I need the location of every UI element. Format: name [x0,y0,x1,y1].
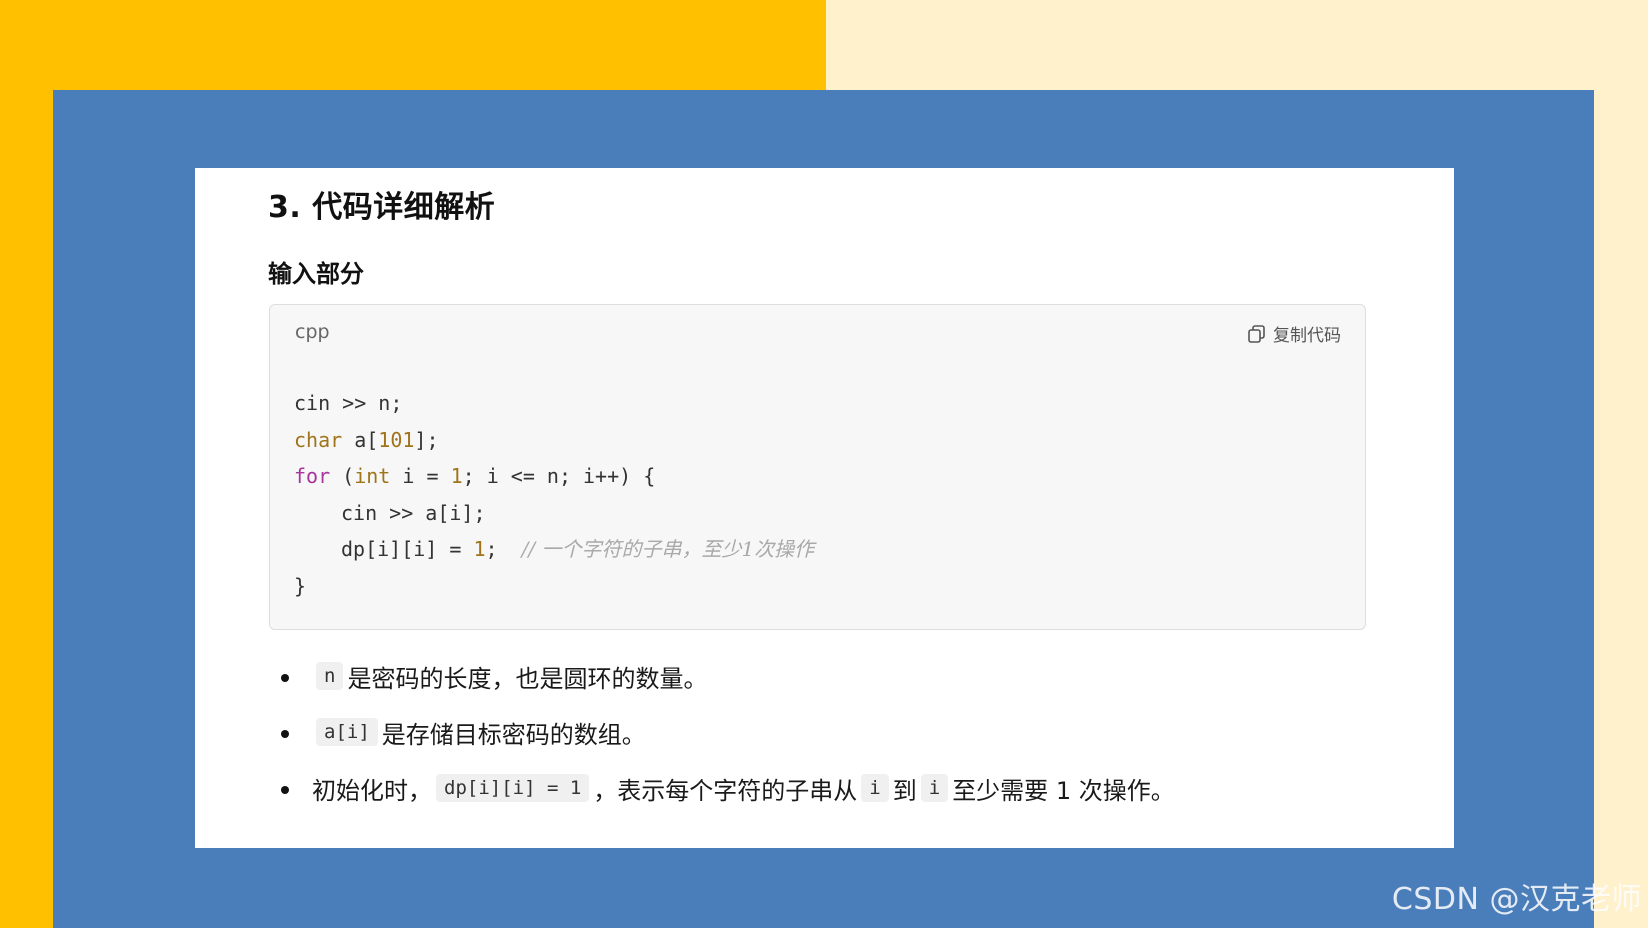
code-line-4: cin >> a[i]; [341,500,486,525]
copy-code-label: 复制代码 [1273,326,1341,346]
code-comment: // 一个字符的子串，至少1次操作 [521,537,815,561]
list-item-text: 初始化时， [312,776,432,805]
list-item-text: 至少需要 1 次操作。 [952,776,1175,805]
code-block: cpp 复制代码 cin >> n; char a[101]; for (int i… [269,304,1366,630]
bullet-dot-icon [281,786,289,794]
list-item: a[i] 是存储目标密码的数组。 [268,704,1175,760]
csdn-watermark: CSDN @汉克老师 [1391,882,1642,917]
bullet-dot-icon [281,730,289,738]
code-line-3: for (int i = 1; i <= n; i++) { [294,464,656,488]
inline-code: dp[i][i] = 1 [436,774,590,802]
copy-icon [1247,324,1267,344]
code-line-1: cin >> n; [294,391,403,415]
code-line-2: char a[101]; [294,427,439,452]
code-line-6: } [294,573,307,598]
list-item-text: 是密码的长度，也是圆环的数量。 [347,664,708,693]
code-content: cin >> n; char a[101]; for (int i = 1; i <… [294,385,814,604]
list-item-text: 到 [892,776,917,805]
code-language-label: cpp [295,321,330,343]
inline-code: i [861,774,889,802]
inline-code: n [316,662,344,690]
list-item: n 是密码的长度，也是圆环的数量。 [268,648,1175,704]
explanation-list: n 是密码的长度，也是圆环的数量。 a[i] 是存储目标密码的数组。 初始化时，… [268,648,1175,816]
list-item-text: 是存储目标密码的数组。 [381,720,646,749]
copy-code-button[interactable]: 复制代码 [1247,321,1341,346]
subsection-title: 输入部分 [268,260,364,288]
section-title: 3. 代码详细解析 [268,190,496,225]
inline-code: i [920,774,949,802]
list-item: 初始化时， dp[i][i] = 1 ，表示每个字符的子串从 i 到 i 至少需… [268,760,1175,816]
content-card: 3. 代码详细解析 输入部分 cpp 复制代码 cin >> n; char a[… [195,168,1454,848]
list-item-text: ，表示每个字符的子串从 [593,776,858,805]
bullet-dot-icon [281,674,289,682]
code-line-5: dp[i][i] = 1; // 一个字符的子串，至少1次操作 [341,537,815,561]
inline-code: a[i] [316,718,378,746]
